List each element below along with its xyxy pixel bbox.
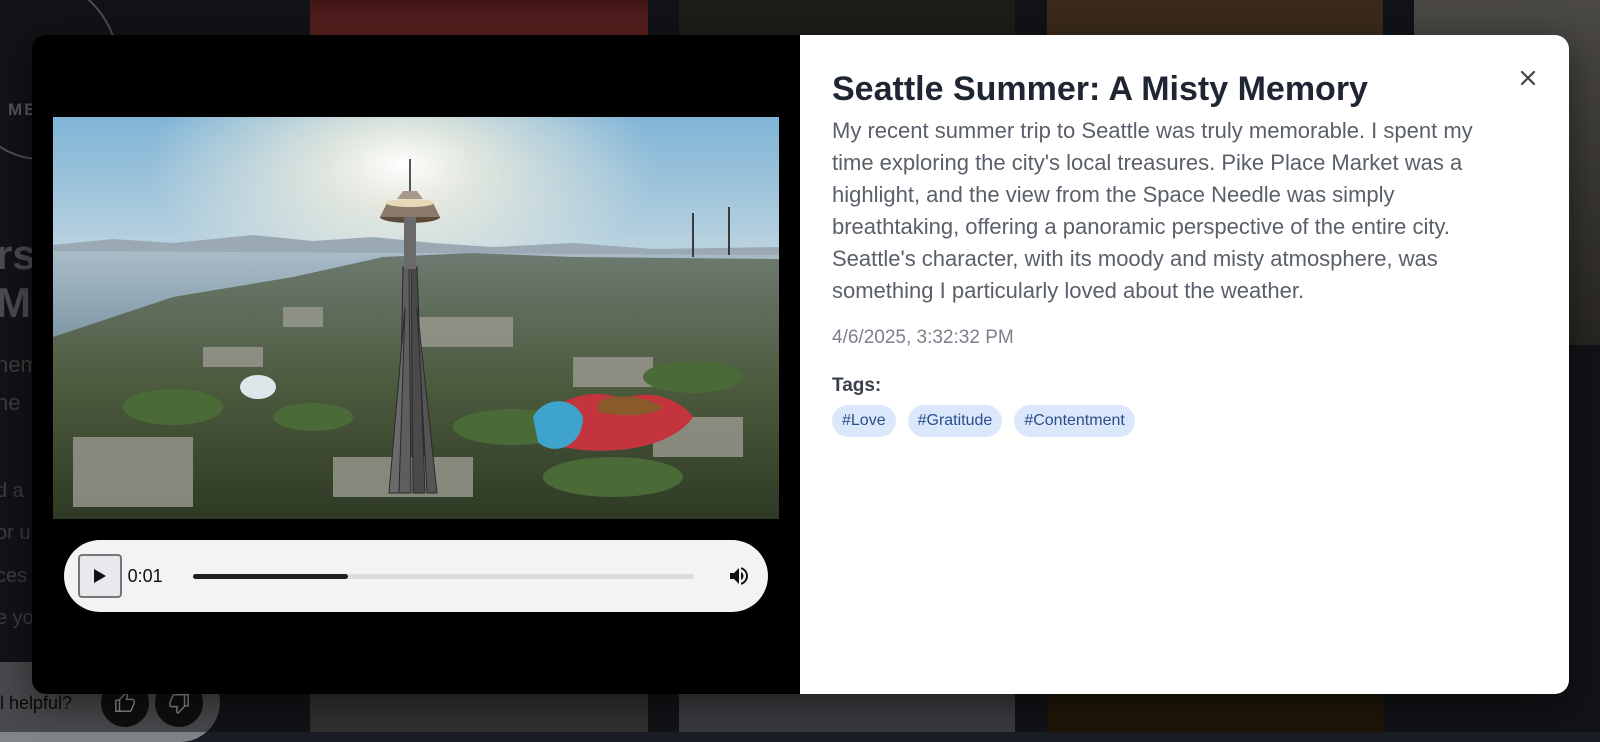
tags-label: Tags: bbox=[832, 375, 1529, 397]
seattle-space-needle-image bbox=[53, 117, 779, 519]
close-icon bbox=[1520, 70, 1536, 86]
audio-player: 0:01 bbox=[64, 540, 768, 612]
tag-love[interactable]: #Love bbox=[832, 405, 896, 437]
play-icon bbox=[93, 568, 107, 584]
memory-modal: 0:01 Seattle Summer: A Misty Memory My r… bbox=[32, 35, 1569, 694]
memory-date: 4/6/2025, 3:32:32 PM bbox=[832, 327, 1529, 349]
memory-title: Seattle Summer: A Misty Memory bbox=[832, 69, 1529, 109]
memory-photo bbox=[53, 117, 779, 519]
play-button[interactable] bbox=[78, 554, 122, 598]
close-button[interactable] bbox=[1515, 65, 1541, 91]
current-time: 0:01 bbox=[128, 566, 178, 587]
volume-icon bbox=[727, 564, 751, 588]
progress-slider[interactable] bbox=[193, 574, 694, 579]
tag-list: #Love #Gratitude #Contentment bbox=[832, 405, 1529, 437]
progress-fill bbox=[193, 574, 348, 579]
tag-contentment[interactable]: #Contentment bbox=[1014, 405, 1135, 437]
tag-gratitude[interactable]: #Gratitude bbox=[908, 405, 1003, 437]
memory-description: My recent summer trip to Seattle was tru… bbox=[832, 115, 1512, 307]
volume-button[interactable] bbox=[724, 561, 754, 591]
media-pane: 0:01 bbox=[32, 35, 800, 694]
details-pane: Seattle Summer: A Misty Memory My recent… bbox=[800, 35, 1569, 694]
